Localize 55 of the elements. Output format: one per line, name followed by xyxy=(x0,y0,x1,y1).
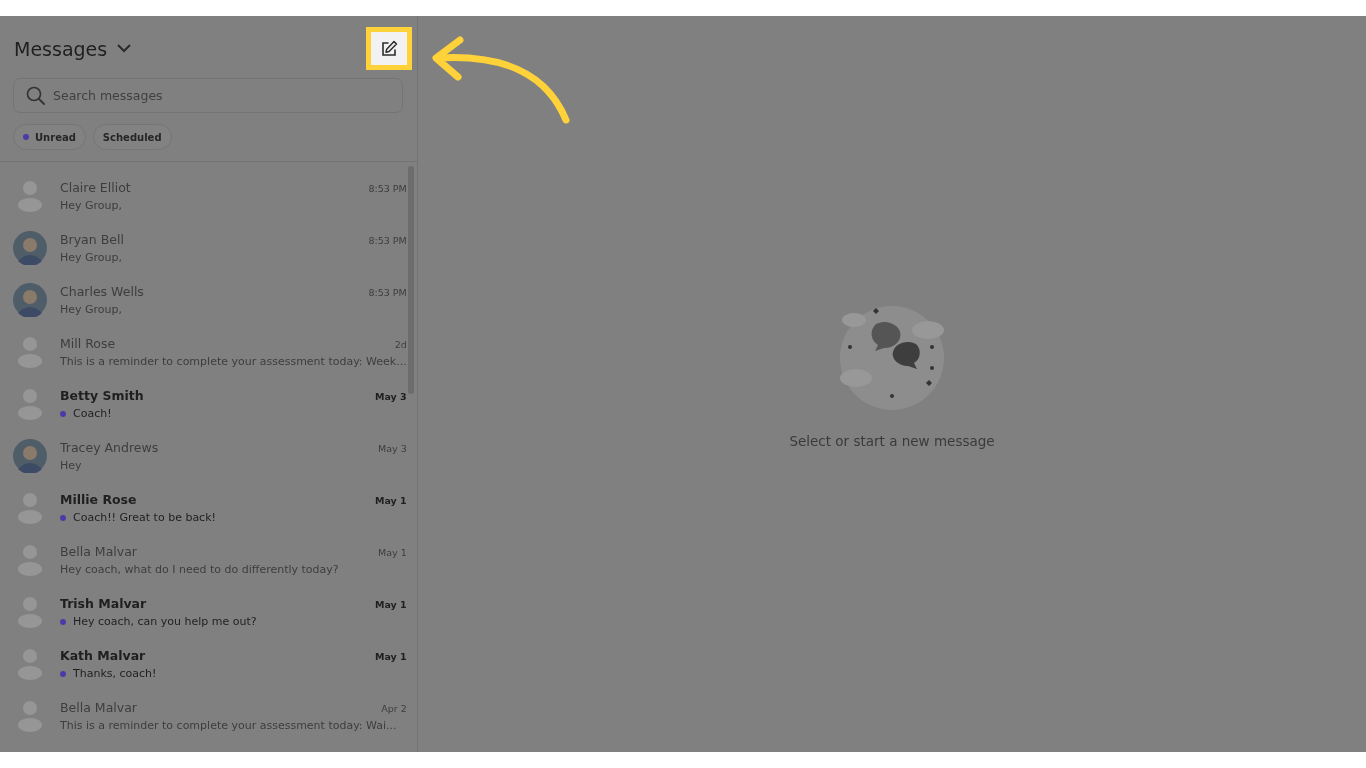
message-time: May 1 xyxy=(375,599,407,610)
message-time: May 3 xyxy=(375,391,407,402)
conversation-item[interactable]: Bella Malvar Apr 2 This is a reminder to complete your assessment today: Wai... xyxy=(0,690,417,742)
unread-dot xyxy=(60,618,66,625)
contact-name: Claire Elliot xyxy=(60,180,131,195)
message-preview: Coach! xyxy=(73,407,112,420)
messages-title: Messages xyxy=(14,37,108,60)
conversation-item[interactable]: Betty Smith May 3 Coach! xyxy=(0,378,417,430)
message-preview: Hey Group, xyxy=(60,303,123,316)
compose-button[interactable] xyxy=(366,27,412,70)
message-time: May 1 xyxy=(375,651,407,662)
conversation-item[interactable]: Trish Malvar May 1 Hey coach, can you help me out? xyxy=(0,586,417,638)
conversation-item[interactable]: Kath Malvar May 1 Thanks, coach! xyxy=(0,638,417,690)
filter-chip[interactable]: Scheduled xyxy=(92,124,172,150)
unread-dot xyxy=(60,670,66,677)
contact-name: Millie Rose xyxy=(60,492,137,507)
empty-state-text: Select or start a new message xyxy=(789,432,995,449)
chevron-down-icon[interactable] xyxy=(117,44,132,53)
message-preview: Hey Group, xyxy=(60,199,123,212)
unread-dot xyxy=(60,410,66,417)
search-field[interactable]: Search messages xyxy=(13,78,403,113)
message-preview: Coach!! Great to be back! xyxy=(73,511,216,524)
message-preview: This is a reminder to complete your assessment today: Week... xyxy=(60,355,407,368)
message-preview: Hey Group, xyxy=(60,251,123,264)
search-icon xyxy=(26,86,45,105)
message-time: Apr 2 xyxy=(381,703,407,714)
conversation-item[interactable]: Mill Rose 2d This is a reminder to complete your assessment today: Week... xyxy=(0,326,417,378)
message-time: 2d xyxy=(394,339,407,350)
message-preview: Hey coach, can you help me out? xyxy=(73,615,257,628)
message-preview: Thanks, coach! xyxy=(73,667,157,680)
message-preview: Hey xyxy=(60,459,82,472)
message-time: 8:53 PM xyxy=(368,183,407,194)
unread-dot xyxy=(60,514,66,521)
contact-name: Tracey Andrews xyxy=(60,440,159,455)
contact-name: Bella Malvar xyxy=(60,700,137,715)
conversation-item[interactable]: Millie Rose May 1 Coach!! Great to be back! xyxy=(0,482,417,534)
conversation-item[interactable]: Claire Elliot 8:53 PM Hey Group, xyxy=(0,170,417,222)
conversation-item[interactable]: Charles Wells 8:53 PM Hey Group, xyxy=(0,274,417,326)
message-preview: This is a reminder to complete your assessment today: Wai... xyxy=(60,719,397,732)
conversation-item[interactable]: Bryan Bell 8:53 PM Hey Group, xyxy=(0,222,417,274)
message-time: May 1 xyxy=(375,495,407,506)
filter-chip[interactable]: Unread xyxy=(13,124,86,150)
contact-name: Trish Malvar xyxy=(60,596,147,611)
contact-name: Betty Smith xyxy=(60,388,144,403)
message-time: May 3 xyxy=(378,443,407,454)
conversation-item[interactable]: Tracey Andrews May 3 Hey xyxy=(0,430,417,482)
message-time: 8:53 PM xyxy=(368,287,407,298)
contact-name: Charles Wells xyxy=(60,284,144,299)
message-time: 8:53 PM xyxy=(368,235,407,246)
contact-name: Bella Malvar xyxy=(60,544,137,559)
message-time: May 1 xyxy=(378,547,407,558)
contact-name: Kath Malvar xyxy=(60,648,146,663)
contact-name: Bryan Bell xyxy=(60,232,124,247)
compose-icon xyxy=(380,39,398,58)
contact-name: Mill Rose xyxy=(60,336,116,351)
